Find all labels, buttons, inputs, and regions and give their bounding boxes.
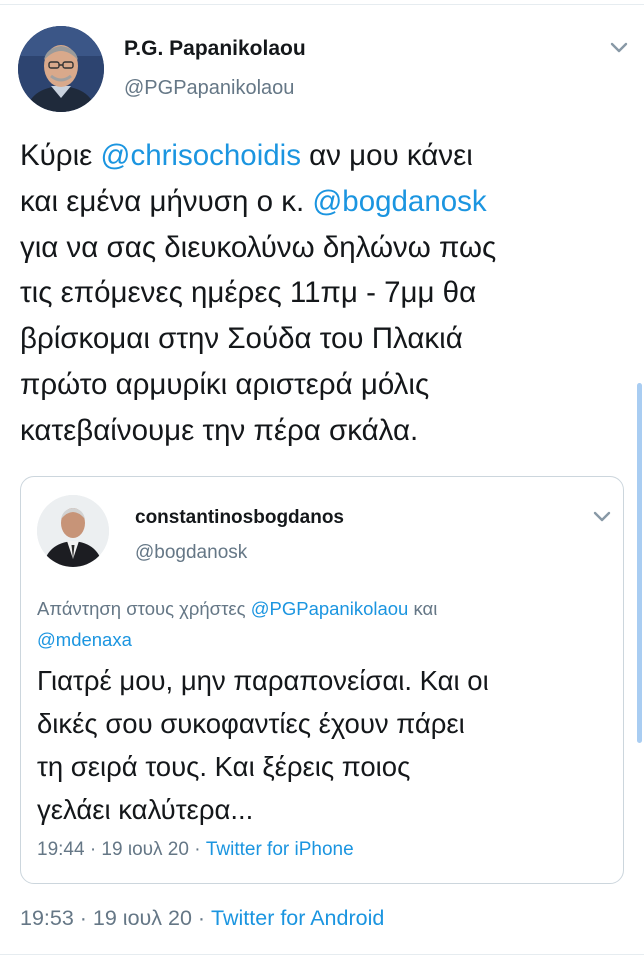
chevron-down-icon[interactable] (593, 511, 611, 523)
scrollbar-thumb[interactable] (637, 383, 642, 743)
tweet-text-segment: αν μου κάνει (300, 139, 473, 172)
author-handle[interactable]: @PGPapanikolaou (124, 77, 294, 100)
chevron-down-icon[interactable] (610, 42, 628, 54)
quoted-author-avatar[interactable] (37, 495, 109, 567)
quoted-line: Γιατρέ μου, μην παραπονείσαι. Και οι (37, 665, 489, 696)
reply-mention-link[interactable]: @mdenaxa (37, 629, 132, 650)
author-name[interactable]: P.G. Papanikolaou (124, 37, 306, 61)
reply-conjunction: και (408, 598, 438, 619)
top-divider (0, 4, 644, 5)
quoted-tweet-card[interactable]: constantinosbogdanos @bogdanosk Απάντηση… (20, 476, 624, 884)
reply-mention-link[interactable]: @PGPapanikolaou (251, 598, 409, 619)
reply-context: Απάντηση στους χρήστες @PGPapanikolaou κ… (37, 593, 607, 655)
tweet-text-segment: Κύριε (20, 139, 101, 172)
tweet-line: Κύριε @chrisochoidis αν μου κάνει (20, 133, 630, 179)
tweet-line: πρώτο αρμυρίκι αριστερά μόλις (20, 367, 430, 401)
quoted-author-handle[interactable]: @bogdanosk (135, 542, 247, 564)
tweet-text: Κύριε @chrisochoidis αν μου κάνει και εμ… (20, 133, 630, 454)
tweet-line: για να σας διευκολύνω δηλώνω πως (20, 230, 497, 264)
tweet-text-segment: και εμένα μήνυση ο κ. (20, 184, 313, 218)
tweet-line: και εμένα μήνυση ο κ. @bogdanosk (20, 179, 630, 225)
author-avatar[interactable] (18, 26, 104, 112)
quoted-tweet-text: Γιατρέ μου, μην παραπονείσαι. Και οι δικ… (37, 659, 617, 831)
mention-link[interactable]: @chrisochoidis (101, 139, 301, 172)
quoted-line: τη σειρά τους. Και ξέρεις ποιος (37, 751, 411, 782)
reply-prefix: Απάντηση στους χρήστες (37, 598, 251, 619)
quoted-author-name[interactable]: constantinosbogdanos (135, 507, 344, 529)
quoted-line: δικές σου συκοφαντίες έχουν πάρει (37, 708, 465, 739)
tweet-source-link[interactable]: Twitter for Android (211, 906, 384, 930)
quoted-line: γελάει καλύτερα... (37, 794, 254, 825)
tweet-line: βρίσκομαι στην Σούδα του Πλακιά (20, 322, 463, 356)
tweet-line: κατεβαίνουμε την πέρα σκάλα. (20, 413, 419, 447)
quoted-timestamp[interactable]: 19:44 · 19 ιουλ 20 · (37, 839, 206, 860)
quoted-source-link[interactable]: Twitter for iPhone (206, 839, 354, 860)
tweet-meta: 19:53 · 19 ιουλ 20 · Twitter for Android (20, 906, 384, 931)
mention-link[interactable]: @bogdanosk (312, 185, 486, 218)
tweet-timestamp[interactable]: 19:53 · 19 ιουλ 20 · (20, 906, 211, 930)
quoted-tweet-meta: 19:44 · 19 ιουλ 20 · Twitter for iPhone (37, 839, 354, 861)
bottom-divider (0, 954, 644, 955)
tweet-line: τις επόμενες ημέρες 11πμ - 7μμ θα (20, 276, 477, 310)
